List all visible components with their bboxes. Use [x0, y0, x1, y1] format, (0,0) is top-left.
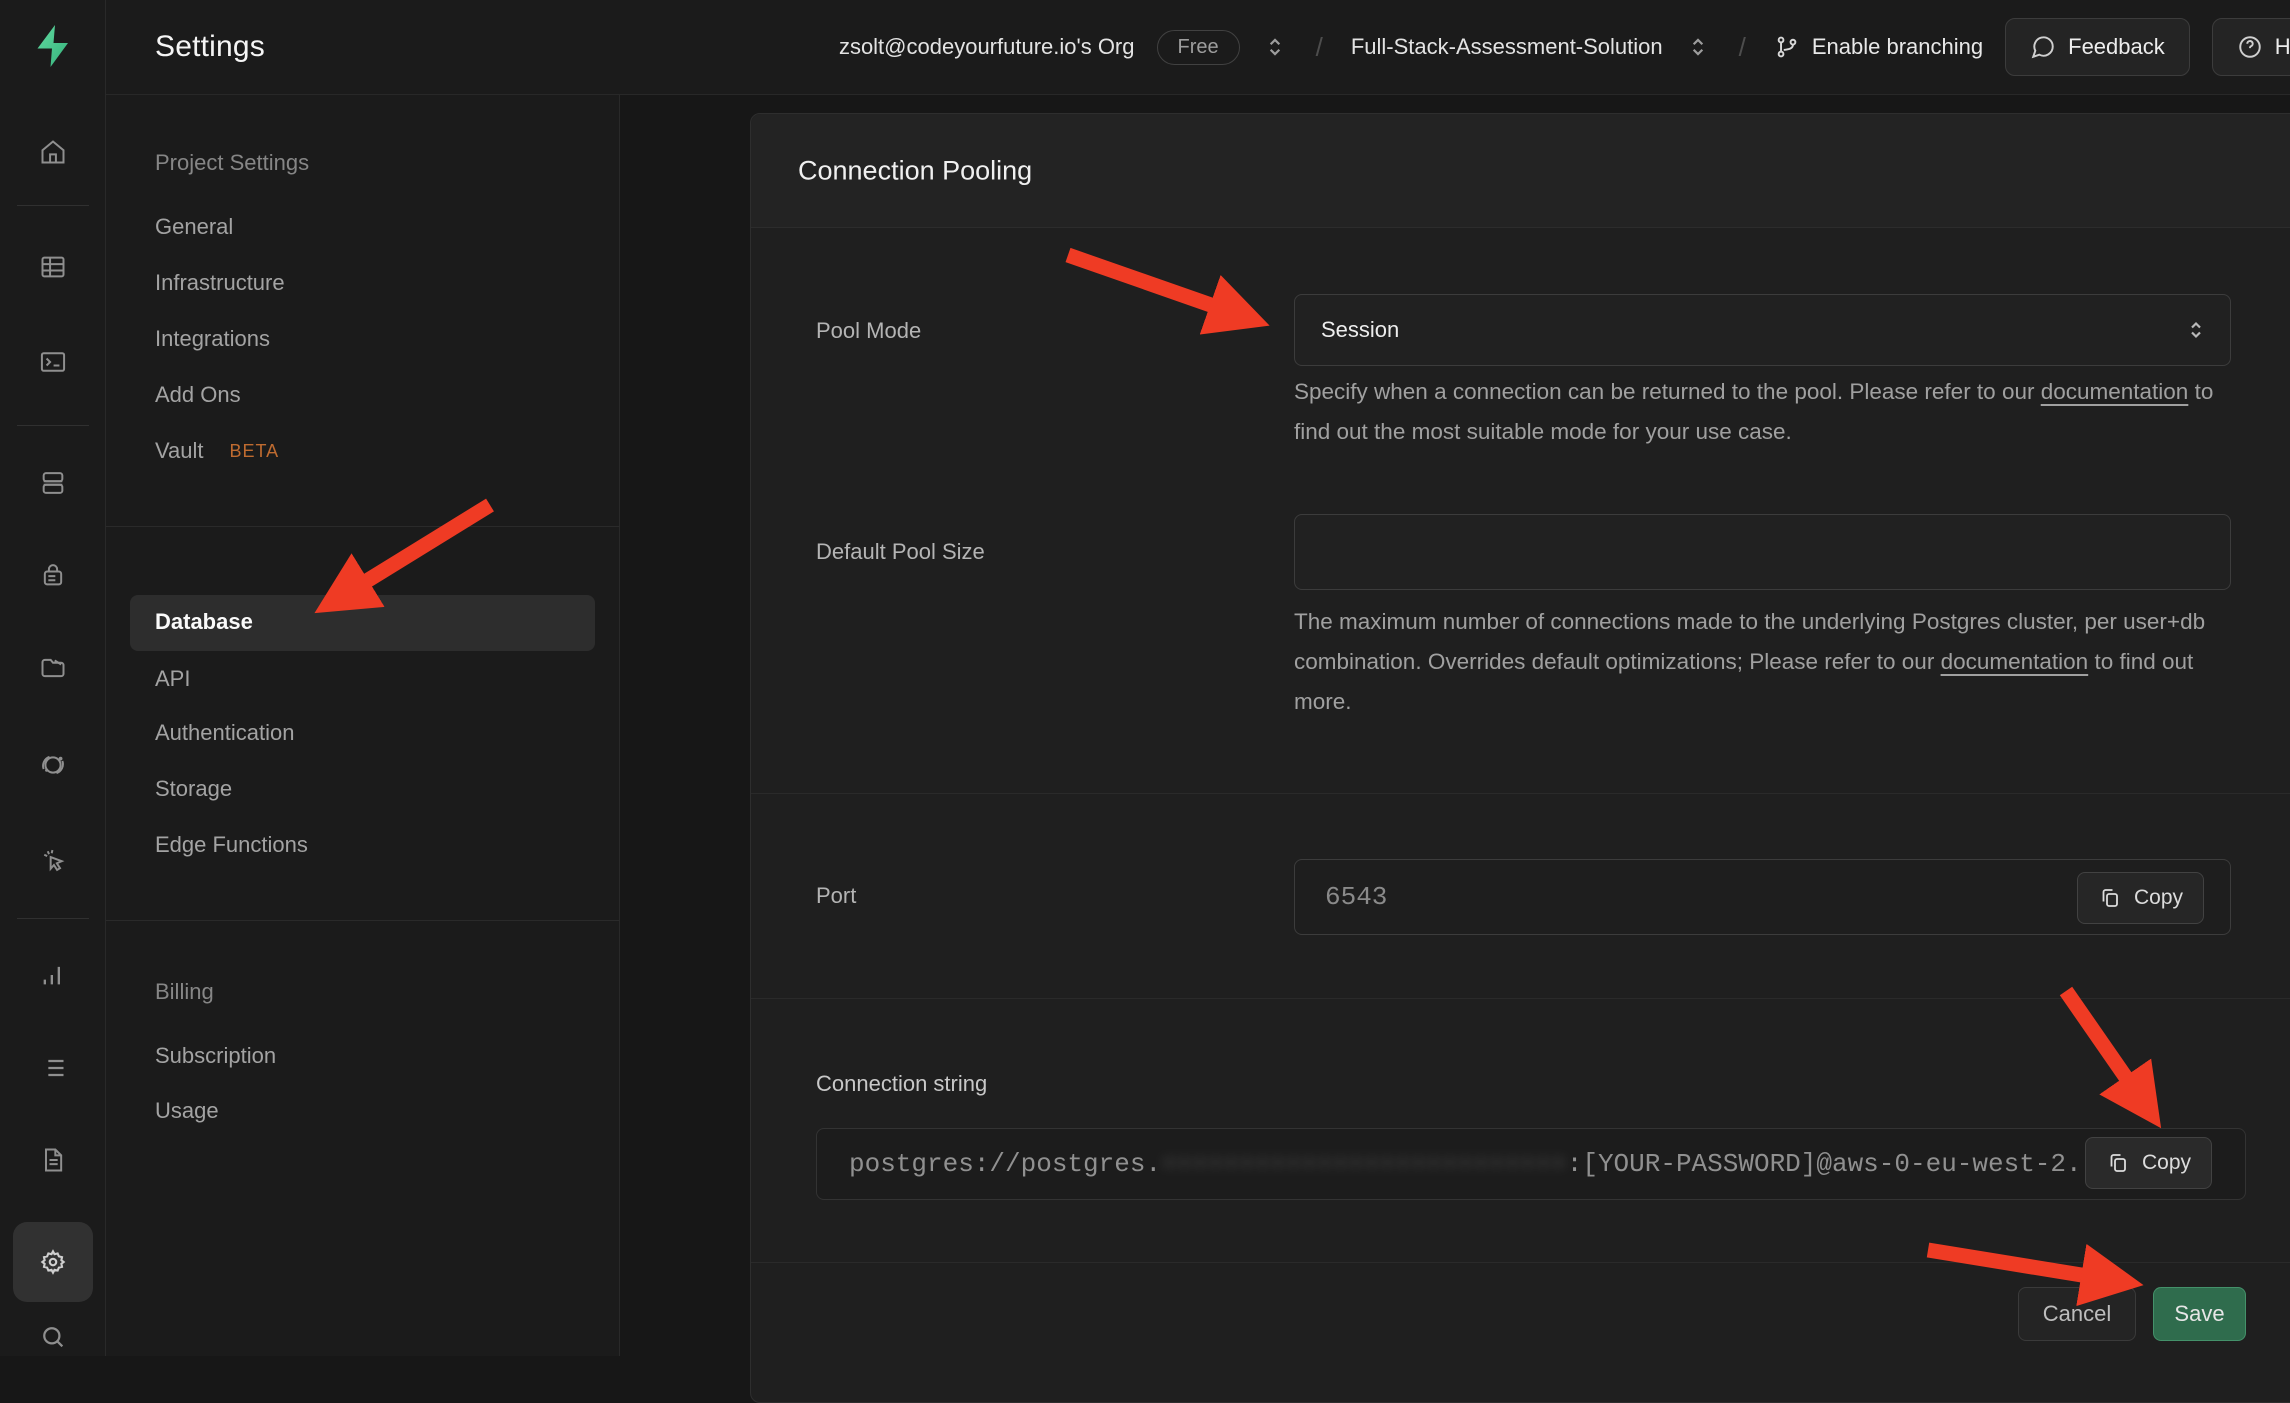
conn-redacted-segment: •••••••••••••••••••••••••• — [1161, 1149, 1567, 1179]
database-icon[interactable] — [39, 469, 67, 497]
header-right-group: zsolt@codeyourfuture.io's Org Free / Ful… — [839, 18, 2290, 76]
copy-label: Copy — [2142, 1151, 2191, 1175]
nav-divider — [106, 526, 620, 527]
connection-string-label: Connection string — [816, 1071, 987, 1097]
org-name[interactable]: zsolt@codeyourfuture.io's Org — [839, 34, 1135, 60]
connection-string-value: postgres://postgres.••••••••••••••••••••… — [817, 1149, 2082, 1179]
sidebar-item-infrastructure[interactable]: Infrastructure — [155, 270, 285, 296]
settings-icon[interactable] — [13, 1222, 93, 1302]
copy-icon — [2098, 886, 2122, 910]
beta-badge: BETA — [230, 441, 280, 462]
connection-pooling-card: Connection Pooling Pool Mode Session Spe… — [750, 113, 2290, 1403]
sidebar-item-add-ons[interactable]: Add Ons — [155, 382, 241, 408]
sidebar-item-integrations[interactable]: Integrations — [155, 326, 270, 352]
breadcrumb-separator: / — [1733, 32, 1752, 63]
help-label: Help — [2275, 34, 2290, 60]
card-header: Connection Pooling — [751, 114, 2290, 228]
card-title: Connection Pooling — [798, 156, 1032, 187]
edge-functions-icon[interactable] — [39, 751, 67, 779]
cancel-button[interactable]: Cancel — [2018, 1287, 2136, 1341]
port-value: 6543 — [1295, 882, 1387, 912]
sidebar-item-vault[interactable]: Vault BETA — [155, 438, 279, 464]
documentation-link[interactable]: documentation — [1941, 649, 2089, 674]
default-pool-size-label: Default Pool Size — [816, 539, 985, 565]
logs-icon[interactable] — [39, 1054, 67, 1082]
help-circle-icon — [2237, 34, 2263, 60]
sidebar-item-storage[interactable]: Storage — [155, 776, 232, 802]
settings-sidebar: Project Settings General Infrastructure … — [106, 95, 620, 1356]
auth-icon[interactable] — [39, 561, 67, 589]
help-button[interactable]: Help — [2212, 18, 2290, 76]
documentation-link[interactable]: documentation — [2041, 379, 2189, 404]
rail-divider — [17, 425, 89, 426]
default-pool-size-help: The maximum number of connections made t… — [1294, 602, 2229, 722]
select-chevrons-icon — [2184, 318, 2208, 342]
project-selector-chevrons-icon[interactable] — [1685, 34, 1711, 60]
pool-mode-help: Specify when a connection can be returne… — [1294, 372, 2239, 452]
nav-section-heading: Project Settings — [155, 150, 309, 176]
icon-rail — [0, 0, 106, 1356]
default-pool-size-input[interactable] — [1294, 514, 2231, 590]
rail-divider — [17, 205, 89, 206]
footer-divider — [751, 1262, 2290, 1263]
feedback-label: Feedback — [2068, 34, 2165, 60]
home-icon[interactable] — [39, 138, 67, 166]
sidebar-item-authentication[interactable]: Authentication — [155, 720, 294, 746]
pool-mode-select[interactable]: Session — [1294, 294, 2231, 366]
sidebar-item-usage[interactable]: Usage — [155, 1098, 219, 1124]
help-text-part: Specify when a connection can be returne… — [1294, 379, 2041, 404]
top-header: Settings zsolt@codeyourfuture.io's Org F… — [106, 0, 2290, 95]
save-button[interactable]: Save — [2153, 1287, 2246, 1341]
sidebar-item-label: Vault — [155, 438, 204, 464]
main-content: Connection Pooling Pool Mode Session Spe… — [621, 96, 2290, 1356]
realtime-icon[interactable] — [39, 846, 67, 874]
conn-suffix: :[YOUR-PASSWORD]@aws-0-eu-west-2. — [1567, 1149, 2082, 1179]
feedback-button[interactable]: Feedback — [2005, 18, 2190, 76]
port-label: Port — [816, 883, 856, 909]
copy-icon — [2106, 1151, 2130, 1175]
table-editor-icon[interactable] — [39, 253, 67, 281]
page-title: Settings — [155, 30, 265, 64]
port-copy-button[interactable]: Copy — [2077, 872, 2204, 924]
reports-icon[interactable] — [39, 961, 67, 989]
nav-section-heading: Billing — [155, 979, 214, 1005]
enable-branching-label: Enable branching — [1812, 34, 1983, 60]
sidebar-item-api[interactable]: API — [155, 666, 190, 692]
git-branch-icon — [1774, 34, 1800, 60]
feedback-bubble-icon — [2030, 34, 2056, 60]
storage-icon[interactable] — [39, 654, 67, 682]
rail-divider — [17, 918, 89, 919]
pool-mode-value: Session — [1295, 317, 1399, 343]
org-selector-chevrons-icon[interactable] — [1262, 34, 1288, 60]
sidebar-item-general[interactable]: General — [155, 214, 233, 240]
connection-string-copy-button[interactable]: Copy — [2085, 1137, 2212, 1189]
sidebar-item-edge-functions[interactable]: Edge Functions — [155, 832, 308, 858]
copy-label: Copy — [2134, 886, 2183, 910]
plan-badge: Free — [1157, 30, 1240, 65]
project-name[interactable]: Full-Stack-Assessment-Solution — [1351, 34, 1663, 60]
pool-mode-label: Pool Mode — [816, 318, 921, 344]
sidebar-item-database[interactable]: Database — [155, 609, 253, 635]
sql-editor-icon[interactable] — [39, 348, 67, 376]
supabase-logo[interactable] — [29, 22, 77, 70]
sidebar-item-subscription[interactable]: Subscription — [155, 1043, 276, 1069]
breadcrumb-separator: / — [1310, 32, 1329, 63]
enable-branching-button[interactable]: Enable branching — [1774, 34, 1983, 60]
section-divider — [751, 793, 2290, 794]
conn-prefix: postgres://postgres. — [849, 1149, 1161, 1179]
docs-icon[interactable] — [39, 1146, 67, 1174]
nav-divider — [106, 920, 620, 921]
section-divider — [751, 998, 2290, 999]
search-icon[interactable] — [39, 1323, 67, 1351]
connection-string-input: postgres://postgres.••••••••••••••••••••… — [816, 1128, 2246, 1200]
